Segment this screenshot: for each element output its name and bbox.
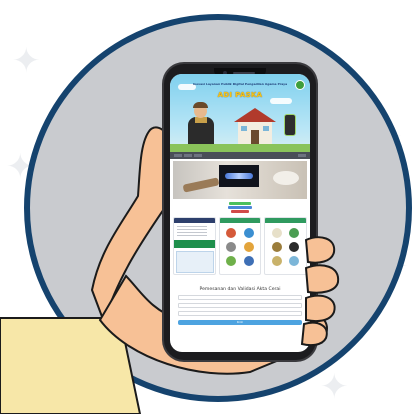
finger — [304, 236, 336, 264]
illustration-stage: ✦ ✦ ✦ ✦ ✦ ✦ Inovasi Layanan Publik Digit… — [0, 0, 414, 414]
finger — [304, 264, 340, 294]
finger — [305, 294, 336, 322]
finger — [300, 321, 328, 347]
fingers-illustration — [300, 236, 340, 347]
